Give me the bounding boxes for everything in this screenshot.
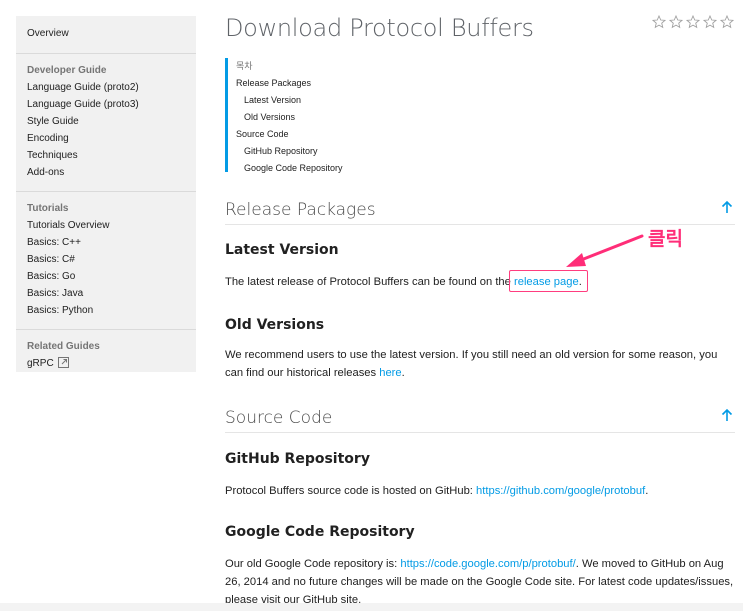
google-code-text: Our old Google Code repository is: https… — [225, 555, 737, 609]
toc-item-google-code-repository[interactable]: Google Code Repository — [236, 160, 425, 177]
sidebar-item-grpc-label: gRPC — [27, 358, 54, 369]
annotation-highlight-box — [509, 270, 588, 292]
sidebar-section-tutorials: Tutorials Tutorials Overview Basics: C++… — [16, 192, 196, 330]
sidebar-item-basics-csharp[interactable]: Basics: C# — [27, 251, 185, 268]
latest-version-text: The latest release of Protocol Buffers c… — [225, 273, 737, 291]
github-body: Protocol Buffers source code is hosted o… — [225, 485, 477, 497]
github-link[interactable]: https://github.com/google/protobuf — [476, 485, 645, 497]
sidebar-item-techniques[interactable]: Techniques — [27, 147, 185, 164]
rating-stars[interactable] — [651, 14, 735, 30]
star-outline-icon[interactable] — [685, 14, 701, 30]
heading-source-code-label: Source Code — [225, 408, 333, 428]
sidebar-item-language-guide-proto2[interactable]: Language Guide (proto2) — [27, 79, 185, 96]
here-link[interactable]: here — [379, 367, 401, 379]
old-versions-body: We recommend users to use the latest ver… — [225, 349, 718, 379]
toc-item-latest-version[interactable]: Latest Version — [236, 92, 425, 109]
sidebar-item-overview[interactable]: Overview — [27, 25, 185, 42]
sidebar-item-tutorials-overview[interactable]: Tutorials Overview — [27, 217, 185, 234]
google-code-body-1: Our old Google Code repository is: — [225, 558, 401, 570]
sidebar-item-basics-cpp[interactable]: Basics: C++ — [27, 234, 185, 251]
sidebar-heading-related-guides: Related Guides — [27, 341, 100, 352]
heading-google-code-repository: Google Code Repository — [225, 524, 415, 540]
arrow-up-icon[interactable] — [721, 408, 733, 422]
github-end: . — [645, 485, 649, 497]
page-title: Download Protocol Buffers — [225, 14, 534, 42]
heading-latest-version: Latest Version — [225, 242, 339, 258]
bottom-edge — [0, 603, 743, 611]
sidebar-item-language-guide-proto3[interactable]: Language Guide (proto3) — [27, 96, 185, 113]
heading-release-packages: Release Packages — [225, 200, 735, 225]
star-outline-icon[interactable] — [702, 14, 718, 30]
toc-item-github-repository[interactable]: GitHub Repository — [236, 143, 425, 160]
sidebar-item-basics-python[interactable]: Basics: Python — [27, 302, 185, 319]
sidebar-item-encoding[interactable]: Encoding — [27, 130, 185, 147]
star-outline-icon[interactable] — [719, 14, 735, 30]
star-outline-icon[interactable] — [668, 14, 684, 30]
sidebar-item-add-ons[interactable]: Add-ons — [27, 164, 185, 181]
sidebar-heading-tutorials: Tutorials — [27, 203, 69, 214]
table-of-contents: 목차 Release Packages Latest Version Old V… — [225, 58, 425, 173]
old-versions-text: We recommend users to use the latest ver… — [225, 346, 737, 382]
annotation-label: 클릭 — [648, 228, 683, 250]
external-link-icon — [57, 357, 69, 374]
github-text: Protocol Buffers source code is hosted o… — [225, 482, 737, 500]
arrow-up-icon[interactable] — [721, 200, 733, 214]
sidebar-item-basics-go[interactable]: Basics: Go — [27, 268, 185, 285]
old-versions-end: . — [401, 367, 405, 379]
toc-title: 목차 — [236, 61, 253, 71]
latest-version-body: The latest release of Protocol Buffers c… — [225, 276, 514, 288]
heading-release-packages-label: Release Packages — [225, 200, 376, 220]
sidebar-section-related-guides: Related Guides gRPC — [16, 330, 196, 384]
sidebar-nav: Overview Developer Guide Language Guide … — [16, 16, 196, 372]
heading-github-repository: GitHub Repository — [225, 451, 370, 467]
sidebar-item-style-guide[interactable]: Style Guide — [27, 113, 185, 130]
sidebar-item-grpc[interactable]: gRPC — [27, 355, 185, 374]
sidebar-item-basics-java[interactable]: Basics: Java — [27, 285, 185, 302]
annotation-arrow-icon — [566, 234, 644, 267]
google-code-link[interactable]: https://code.google.com/p/protobuf/ — [400, 558, 575, 570]
star-outline-icon[interactable] — [651, 14, 667, 30]
toc-item-release-packages[interactable]: Release Packages — [236, 75, 425, 92]
heading-old-versions: Old Versions — [225, 317, 325, 333]
sidebar-section-overview: Overview — [16, 16, 196, 54]
sidebar-section-developer-guide: Developer Guide Language Guide (proto2) … — [16, 54, 196, 192]
heading-source-code: Source Code — [225, 408, 735, 433]
sidebar-heading-developer-guide: Developer Guide — [27, 65, 107, 76]
toc-item-old-versions[interactable]: Old Versions — [236, 109, 425, 126]
toc-item-source-code[interactable]: Source Code — [236, 126, 425, 143]
